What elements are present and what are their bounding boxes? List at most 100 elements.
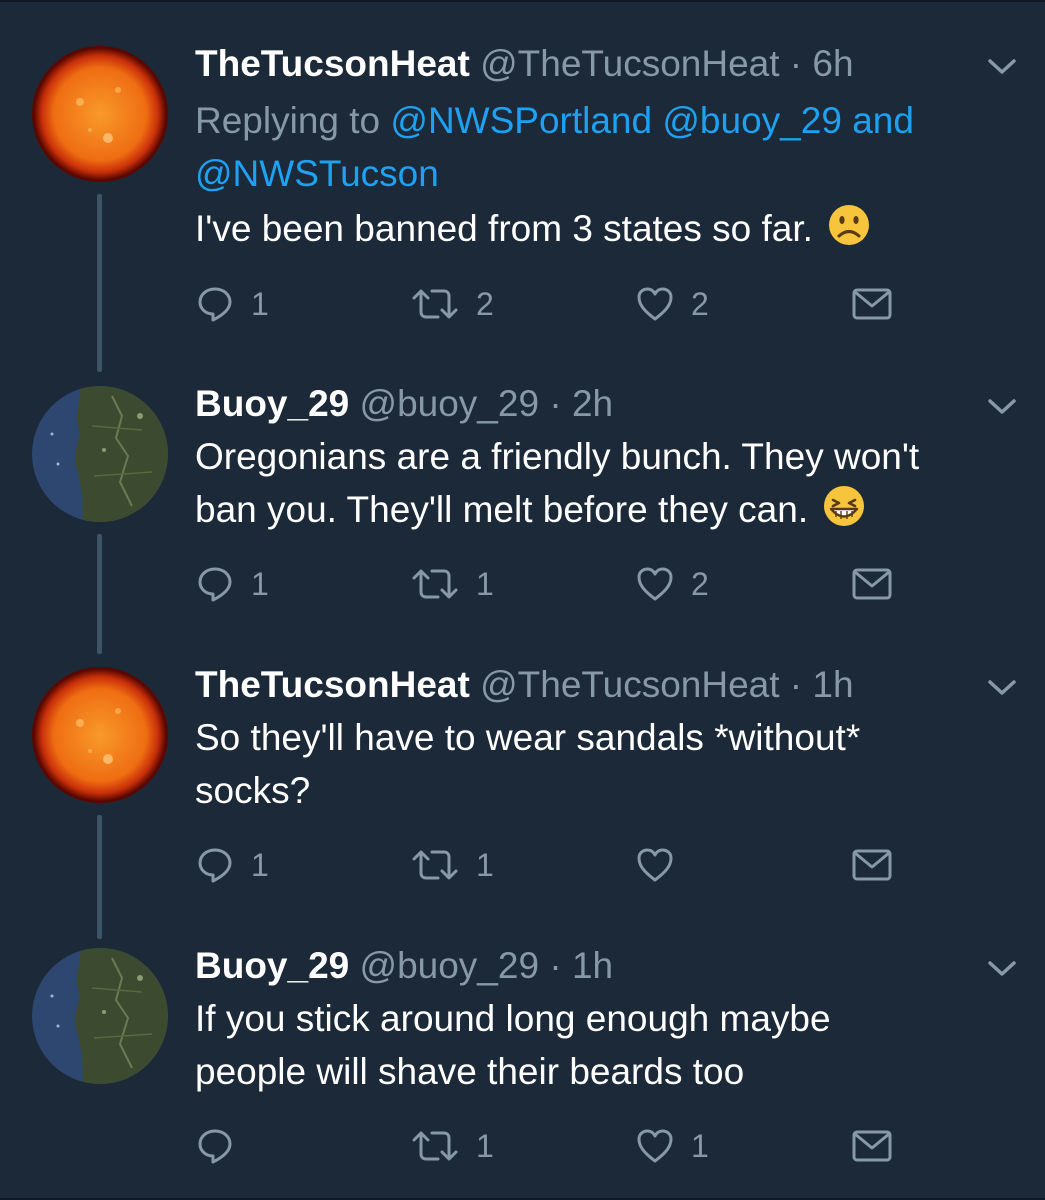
frowning-face-emoji-icon: [829, 205, 870, 245]
display-name[interactable]: TheTucsonHeat: [195, 43, 470, 84]
like-count: 2: [691, 285, 709, 322]
display-name[interactable]: Buoy_29: [195, 945, 349, 986]
separator-dot: ·: [549, 945, 562, 986]
satellite-map-avatar-icon: [32, 386, 168, 522]
envelope-icon: [852, 1130, 892, 1162]
user-handle[interactable]: @buoy_29: [360, 383, 540, 424]
envelope-icon: [852, 849, 892, 881]
user-handle[interactable]: @buoy_29: [360, 945, 540, 986]
heart-icon: [637, 848, 673, 882]
reply-icon: [198, 567, 232, 602]
user-handle[interactable]: @TheTucsonHeat: [480, 43, 779, 84]
tweet-text-line: I've been banned from 3 states so far.: [195, 208, 813, 249]
chevron-down-icon[interactable]: [985, 958, 1019, 980]
heart-icon: [637, 287, 673, 321]
reply-button[interactable]: [195, 1124, 251, 1168]
timestamp[interactable]: 6h: [812, 43, 853, 84]
tweet-text-line: Oregonians are a friendly bunch. They wo…: [195, 436, 920, 477]
direct-message-button[interactable]: [851, 1124, 893, 1168]
tweet-text-line: If you stick around long enough maybe: [195, 998, 831, 1039]
retweet-count: 1: [476, 846, 494, 883]
retweet-button[interactable]: 1: [410, 562, 494, 606]
like-button[interactable]: 1: [635, 1124, 709, 1168]
reply-count: 1: [251, 285, 269, 322]
tweet-thread: TheTucsonHeat @TheTucsonHeat · 6h Replyi…: [0, 0, 1045, 1200]
envelope-icon: [852, 568, 892, 600]
grinning-squinting-face-emoji-icon: [824, 486, 865, 526]
heart-icon: [637, 567, 673, 601]
separator-dot: ·: [549, 383, 562, 424]
like-button[interactable]: [635, 843, 691, 887]
display-name[interactable]: Buoy_29: [195, 383, 349, 424]
timestamp[interactable]: 1h: [812, 664, 853, 705]
tweet-text-line: So they'll have to wear sandals *without…: [195, 717, 861, 758]
thread-connector: [97, 534, 102, 654]
tweet-header: Buoy_29 @buoy_29 · 2h: [195, 382, 613, 426]
display-name[interactable]: TheTucsonHeat: [195, 664, 470, 705]
avatar[interactable]: [32, 948, 168, 1084]
reply-count: 1: [251, 565, 269, 602]
chevron-down-icon[interactable]: [985, 396, 1019, 418]
envelope-icon: [852, 288, 892, 320]
thread-connector: [97, 815, 102, 939]
retweet-icon: [412, 1131, 458, 1161]
avatar[interactable]: [32, 667, 168, 803]
separator-dot: ·: [789, 664, 803, 705]
tweet-text-line: people will shave their beards too: [195, 1051, 745, 1092]
tweet-text: If you stick around long enough maybe pe…: [195, 992, 995, 1098]
reply-button[interactable]: 1: [195, 843, 269, 887]
reply-button[interactable]: 1: [195, 562, 269, 606]
retweet-button[interactable]: 2: [410, 282, 494, 326]
like-count: 1: [691, 1127, 709, 1164]
tweet-header: Buoy_29 @buoy_29 · 1h: [195, 944, 613, 988]
retweet-icon: [412, 850, 458, 880]
chevron-down-icon[interactable]: [985, 677, 1019, 699]
like-count: 2: [691, 565, 709, 602]
retweet-icon: [412, 289, 458, 319]
tweet-text: So they'll have to wear sandals *without…: [195, 711, 995, 817]
sun-avatar-icon: [32, 667, 168, 803]
like-button[interactable]: 2: [635, 562, 709, 606]
sun-avatar-icon: [32, 46, 168, 182]
reply-count: 1: [251, 846, 269, 883]
heart-icon: [637, 1129, 673, 1163]
mention-link[interactable]: @buoy_29: [662, 100, 842, 141]
retweet-button[interactable]: 1: [410, 1124, 494, 1168]
tweet-actions: 1 1: [195, 1124, 915, 1168]
tweet-header: TheTucsonHeat @TheTucsonHeat · 1h: [195, 663, 854, 707]
tweet-text-line: socks?: [195, 770, 311, 811]
retweet-count: 2: [476, 285, 494, 322]
reply-icon: [198, 848, 232, 883]
tweet-actions: 1 1: [195, 843, 915, 887]
retweet-button[interactable]: 1: [410, 843, 494, 887]
timestamp[interactable]: 1h: [572, 945, 613, 986]
replying-to-label: Replying to: [195, 100, 381, 141]
avatar[interactable]: [32, 386, 168, 522]
reply-button[interactable]: 1: [195, 282, 269, 326]
mention-link[interactable]: @NWSPortland: [390, 100, 652, 141]
tweet-text-line: ban you. They'll melt before they can.: [195, 489, 809, 530]
tweet-actions: 1 2 2: [195, 282, 915, 326]
direct-message-button[interactable]: [851, 843, 893, 887]
reply-icon: [198, 287, 232, 322]
timestamp[interactable]: 2h: [572, 383, 613, 424]
direct-message-button[interactable]: [851, 562, 893, 606]
tweet-header: TheTucsonHeat @TheTucsonHeat · 6h: [195, 42, 854, 86]
tweet-text: I've been banned from 3 states so far.: [195, 202, 995, 255]
avatar[interactable]: [32, 46, 168, 182]
retweet-count: 1: [476, 1127, 494, 1164]
reply-icon: [198, 1129, 232, 1164]
tweet-actions: 1 1 2: [195, 562, 915, 606]
like-button[interactable]: 2: [635, 282, 709, 326]
mention-and[interactable]: and: [852, 100, 914, 141]
mention-link[interactable]: @NWSTucson: [195, 153, 439, 194]
thread-connector: [97, 194, 102, 372]
tweet-text: Oregonians are a friendly bunch. They wo…: [195, 430, 995, 536]
direct-message-button[interactable]: [851, 282, 893, 326]
retweet-icon: [412, 569, 458, 599]
retweet-count: 1: [476, 565, 494, 602]
user-handle[interactable]: @TheTucsonHeat: [480, 664, 779, 705]
chevron-down-icon[interactable]: [985, 56, 1019, 78]
replying-to: Replying to @NWSPortland @buoy_29 and @N…: [195, 94, 985, 200]
satellite-map-avatar-icon: [32, 948, 168, 1084]
